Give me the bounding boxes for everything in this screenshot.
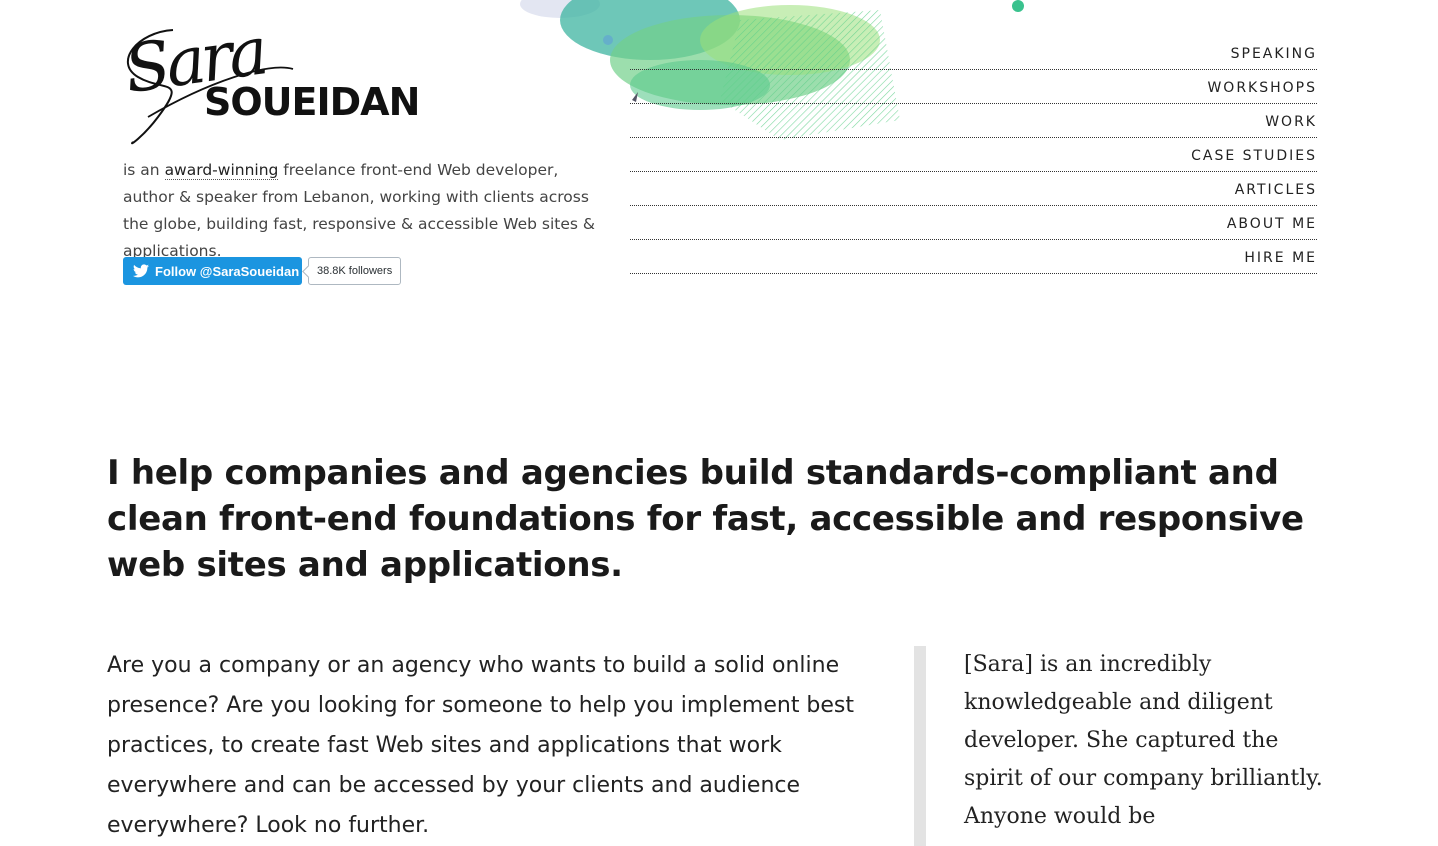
intro-paragraph: Are you a company or an agency who wants…	[107, 653, 855, 838]
nav-item-case-studies[interactable]: CASE STUDIES	[630, 138, 1317, 172]
nav-label: SPEAKING	[1230, 46, 1317, 62]
nav-label: CASE STUDIES	[1191, 148, 1317, 164]
testimonial-quote: [Sara] is an incredibly knowledgeable an…	[964, 652, 1323, 829]
intro-text: is an award-winning freelance front-end …	[123, 157, 613, 265]
nav-item-work[interactable]: WORK	[630, 104, 1317, 138]
nav-item-speaking[interactable]: SPEAKING	[630, 36, 1317, 70]
followers-label: 38.8K followers	[317, 265, 393, 277]
nav-item-hire-me[interactable]: HIRE ME	[630, 240, 1317, 274]
quote-bar	[914, 646, 926, 846]
follow-label: Follow @SaraSoueidan	[155, 263, 300, 279]
main-nav: SPEAKING WORKSHOPS WORK CASE STUDIES ART…	[630, 36, 1317, 274]
followers-count-badge[interactable]: 38.8K followers	[308, 257, 402, 285]
nav-label: WORK	[1265, 114, 1317, 130]
page-headline: I help companies and agencies build stan…	[107, 453, 1304, 585]
nav-item-articles[interactable]: ARTICLES	[630, 172, 1317, 206]
award-winning-link[interactable]: award-winning	[164, 161, 279, 180]
nav-label: ARTICLES	[1234, 182, 1317, 198]
nav-label: WORKSHOPS	[1207, 80, 1317, 96]
twitter-follow-button[interactable]: Follow @SaraSoueidan	[123, 257, 302, 285]
nav-item-about-me[interactable]: ABOUT ME	[630, 206, 1317, 240]
nav-item-workshops[interactable]: WORKSHOPS	[630, 70, 1317, 104]
twitter-bird-icon	[133, 264, 149, 278]
nav-label: HIRE ME	[1244, 250, 1317, 266]
logo-block-text: SOUEIDAN	[204, 80, 420, 124]
nav-label: ABOUT ME	[1226, 216, 1317, 232]
site-logo[interactable]: Sara SOUEIDAN	[118, 13, 438, 152]
intro-prefix: is an	[123, 161, 165, 179]
